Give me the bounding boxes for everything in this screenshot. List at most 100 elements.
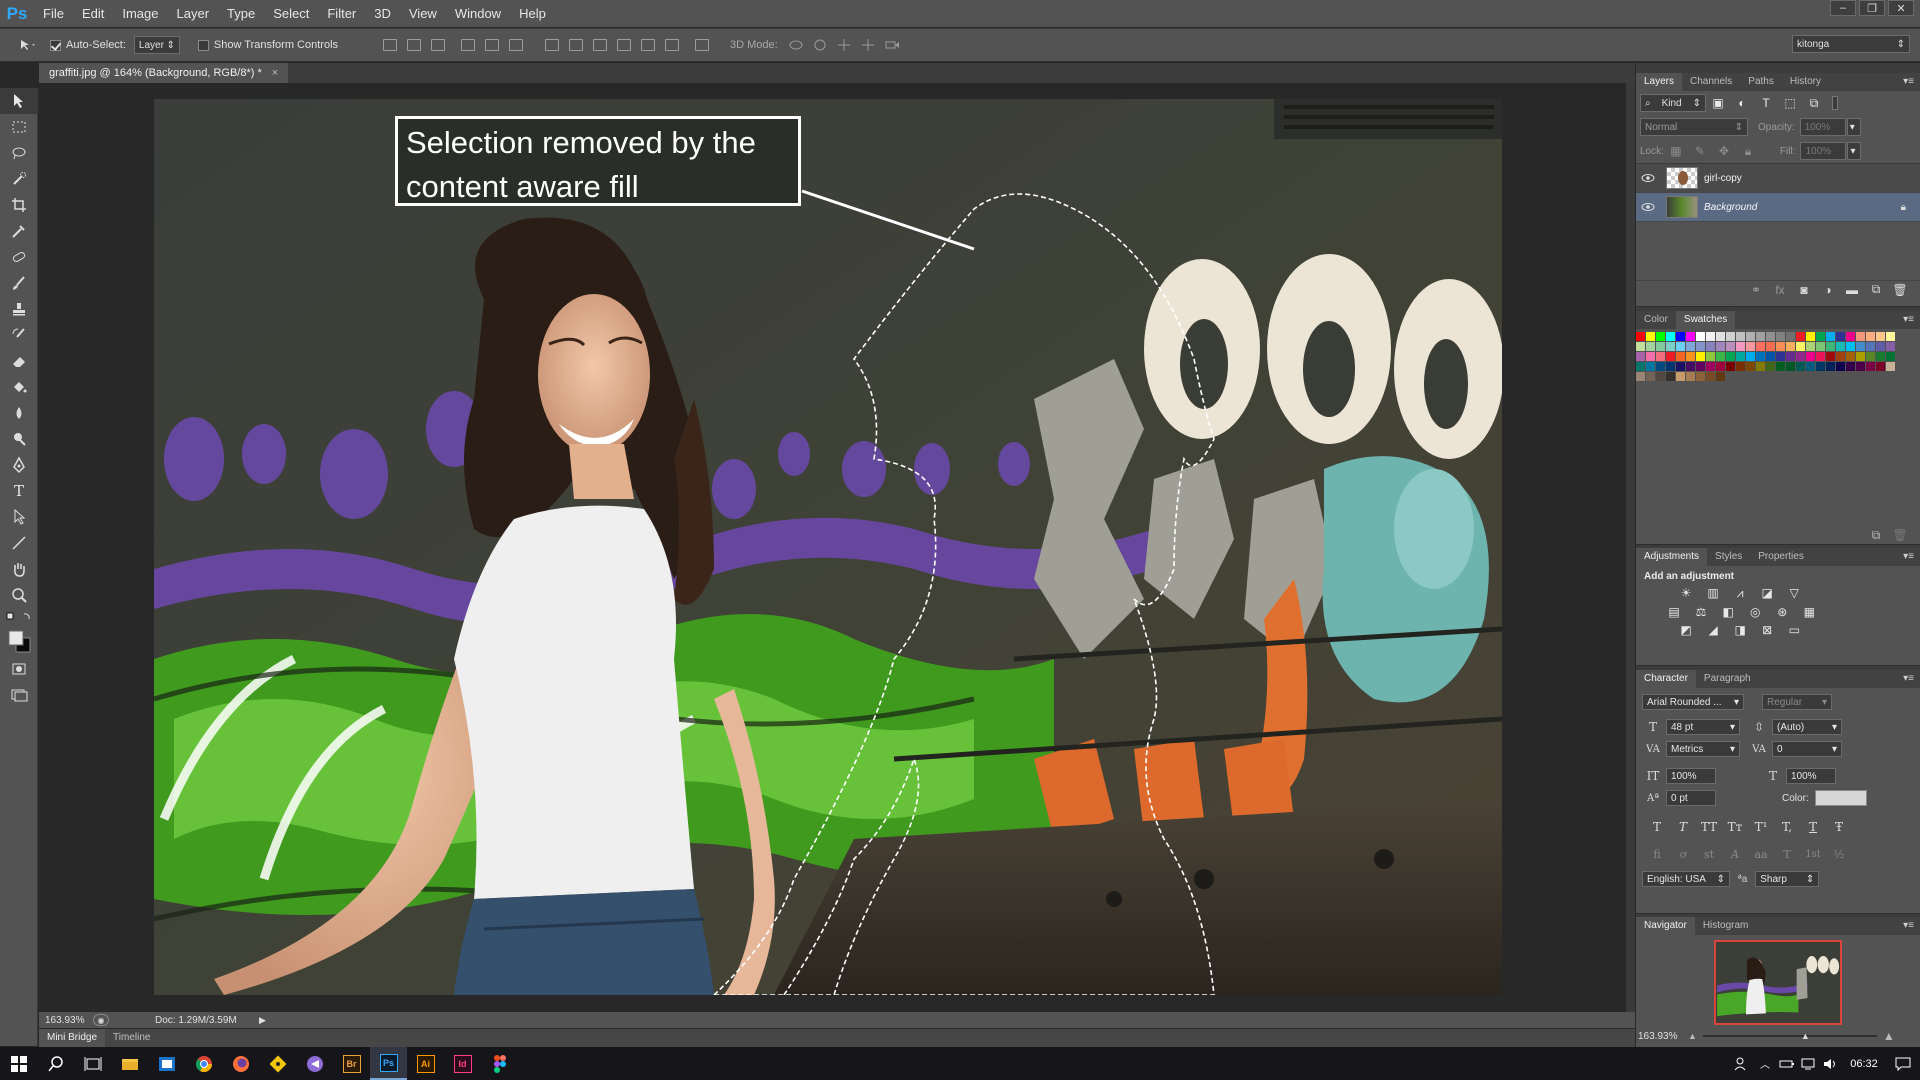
gradient-map-icon[interactable]: ▭ bbox=[1786, 623, 1802, 637]
filter-adjustment-icon[interactable]: ◐ bbox=[1734, 96, 1750, 110]
titling-alternates-button[interactable]: T bbox=[1774, 848, 1800, 861]
ordinals-button[interactable]: 1st bbox=[1800, 849, 1826, 860]
menu-image[interactable]: Image bbox=[113, 0, 167, 27]
color-swatch[interactable] bbox=[1846, 332, 1855, 341]
color-swatch[interactable] bbox=[1746, 342, 1755, 351]
swash-button[interactable]: A bbox=[1722, 848, 1748, 861]
eye-icon[interactable] bbox=[1636, 173, 1660, 183]
color-swatch[interactable] bbox=[1776, 332, 1785, 341]
color-swatch[interactable] bbox=[1646, 352, 1655, 361]
clone-stamp-tool-icon[interactable] bbox=[0, 296, 38, 322]
3d-slide-icon[interactable] bbox=[858, 35, 878, 55]
3d-roll-icon[interactable] bbox=[810, 35, 830, 55]
info-icon[interactable]: ◉ bbox=[93, 1014, 109, 1026]
illustrator-icon[interactable]: Ai bbox=[407, 1047, 444, 1080]
hue-saturation-icon[interactable]: ▤ bbox=[1666, 605, 1682, 619]
faux-italic-button[interactable]: T bbox=[1670, 820, 1696, 834]
3d-rotate-icon[interactable] bbox=[786, 35, 806, 55]
antialias-dropdown[interactable]: Sharp ⇕ bbox=[1755, 871, 1820, 887]
history-brush-tool-icon[interactable] bbox=[0, 322, 38, 348]
color-swatch[interactable] bbox=[1676, 332, 1685, 341]
layer-name[interactable]: Background bbox=[1704, 202, 1757, 213]
lock-position-icon[interactable]: ✥ bbox=[1716, 144, 1732, 158]
tab-histogram[interactable]: Histogram bbox=[1695, 917, 1757, 935]
color-swatch[interactable] bbox=[1786, 332, 1795, 341]
color-swatch[interactable] bbox=[1666, 372, 1675, 381]
opacity-dropdown-icon[interactable]: ▾ bbox=[1846, 118, 1861, 136]
color-swatch[interactable] bbox=[1846, 342, 1855, 351]
tab-properties[interactable]: Properties bbox=[1750, 548, 1812, 566]
color-swatch[interactable] bbox=[1636, 362, 1645, 371]
quick-selection-tool-icon[interactable] bbox=[0, 166, 38, 192]
text-color-swatch[interactable] bbox=[1814, 790, 1867, 806]
color-swatch[interactable] bbox=[1686, 372, 1695, 381]
color-swatch[interactable] bbox=[1686, 342, 1695, 351]
color-swatch[interactable] bbox=[1756, 352, 1765, 361]
color-swatch[interactable] bbox=[1876, 362, 1885, 371]
strikethrough-button[interactable]: Ŧ bbox=[1826, 820, 1852, 834]
color-swatch[interactable] bbox=[1636, 372, 1645, 381]
tab-swatches[interactable]: Swatches bbox=[1675, 311, 1736, 329]
color-swatch[interactable] bbox=[1686, 362, 1695, 371]
distribute-right-icon[interactable] bbox=[662, 35, 682, 55]
color-swatch[interactable] bbox=[1826, 352, 1835, 361]
clock-time[interactable]: 06:32 bbox=[1842, 1058, 1886, 1070]
color-swatch[interactable] bbox=[1736, 352, 1745, 361]
color-swatch[interactable] bbox=[1776, 362, 1785, 371]
menu-layer[interactable]: Layer bbox=[168, 0, 219, 27]
color-swatch[interactable] bbox=[1816, 362, 1825, 371]
screen-mode-icon[interactable] bbox=[0, 682, 38, 708]
paint-bucket-tool-icon[interactable] bbox=[0, 374, 38, 400]
color-swatch[interactable] bbox=[1656, 342, 1665, 351]
menu-view[interactable]: View bbox=[400, 0, 446, 27]
layer-filter-dropdown[interactable]: ⌕ Kind ⇕ bbox=[1640, 94, 1706, 112]
align-hcenter-icon[interactable] bbox=[482, 35, 502, 55]
color-swatch[interactable] bbox=[1646, 332, 1655, 341]
blur-tool-icon[interactable] bbox=[0, 400, 38, 426]
chrome-icon[interactable] bbox=[185, 1047, 222, 1080]
lasso-tool-icon[interactable] bbox=[0, 140, 38, 166]
visual-studio-icon[interactable] bbox=[296, 1047, 333, 1080]
invert-icon[interactable]: ◩ bbox=[1678, 623, 1694, 637]
color-swatch[interactable] bbox=[1796, 362, 1805, 371]
eyedropper-tool-icon[interactable] bbox=[0, 218, 38, 244]
selective-color-icon[interactable]: ⊠ bbox=[1759, 623, 1775, 637]
slider-thumb-icon[interactable]: ▲ bbox=[1801, 1031, 1810, 1041]
new-group-icon[interactable]: ▬ bbox=[1844, 283, 1860, 297]
workspace-dropdown[interactable]: kitonga ⇕ bbox=[1792, 35, 1910, 53]
discretionary-ligatures-button[interactable]: st bbox=[1696, 848, 1722, 861]
align-top-icon[interactable] bbox=[380, 35, 400, 55]
crop-tool-icon[interactable] bbox=[0, 192, 38, 218]
link-layers-icon[interactable]: ⚭ bbox=[1748, 283, 1764, 297]
color-swatch[interactable] bbox=[1826, 332, 1835, 341]
color-swatch[interactable] bbox=[1836, 332, 1845, 341]
menu-edit[interactable]: Edit bbox=[73, 0, 113, 27]
menu-select[interactable]: Select bbox=[264, 0, 318, 27]
tab-paths[interactable]: Paths bbox=[1740, 73, 1782, 91]
new-swatch-icon[interactable]: ⧉ bbox=[1868, 528, 1884, 542]
color-swatch[interactable] bbox=[1786, 342, 1795, 351]
superscript-button[interactable]: T¹ bbox=[1748, 820, 1774, 834]
color-swatch[interactable] bbox=[1866, 352, 1875, 361]
menu-help[interactable]: Help bbox=[510, 0, 555, 27]
tab-paragraph[interactable]: Paragraph bbox=[1696, 670, 1759, 688]
lock-transparent-icon[interactable]: ▦ bbox=[1668, 144, 1684, 158]
line-tool-icon[interactable] bbox=[0, 530, 38, 556]
eraser-tool-icon[interactable] bbox=[0, 348, 38, 374]
photoshop-icon[interactable]: Ps bbox=[370, 1047, 407, 1080]
threshold-icon[interactable]: ◨ bbox=[1732, 623, 1748, 637]
color-swatch[interactable] bbox=[1636, 332, 1645, 341]
photo-filter-icon[interactable]: ◎ bbox=[1747, 605, 1763, 619]
font-size-field[interactable]: 48 pt ▾ bbox=[1666, 719, 1740, 735]
chevron-up-icon[interactable]: ︿ bbox=[1754, 1047, 1776, 1080]
small-caps-button[interactable]: Tт bbox=[1722, 820, 1748, 834]
curves-icon[interactable]: ⩘ bbox=[1732, 586, 1748, 601]
color-swatch[interactable] bbox=[1636, 352, 1645, 361]
panel-menu-icon[interactable]: ▾≡ bbox=[1903, 673, 1914, 684]
posterize-icon[interactable]: ◢ bbox=[1705, 623, 1721, 637]
document-canvas[interactable] bbox=[154, 99, 1502, 995]
color-swatch[interactable] bbox=[1726, 332, 1735, 341]
panel-menu-icon[interactable]: ▾≡ bbox=[1903, 551, 1914, 562]
filter-shape-icon[interactable]: ⬚ bbox=[1782, 96, 1798, 110]
color-swatch[interactable] bbox=[1886, 352, 1895, 361]
